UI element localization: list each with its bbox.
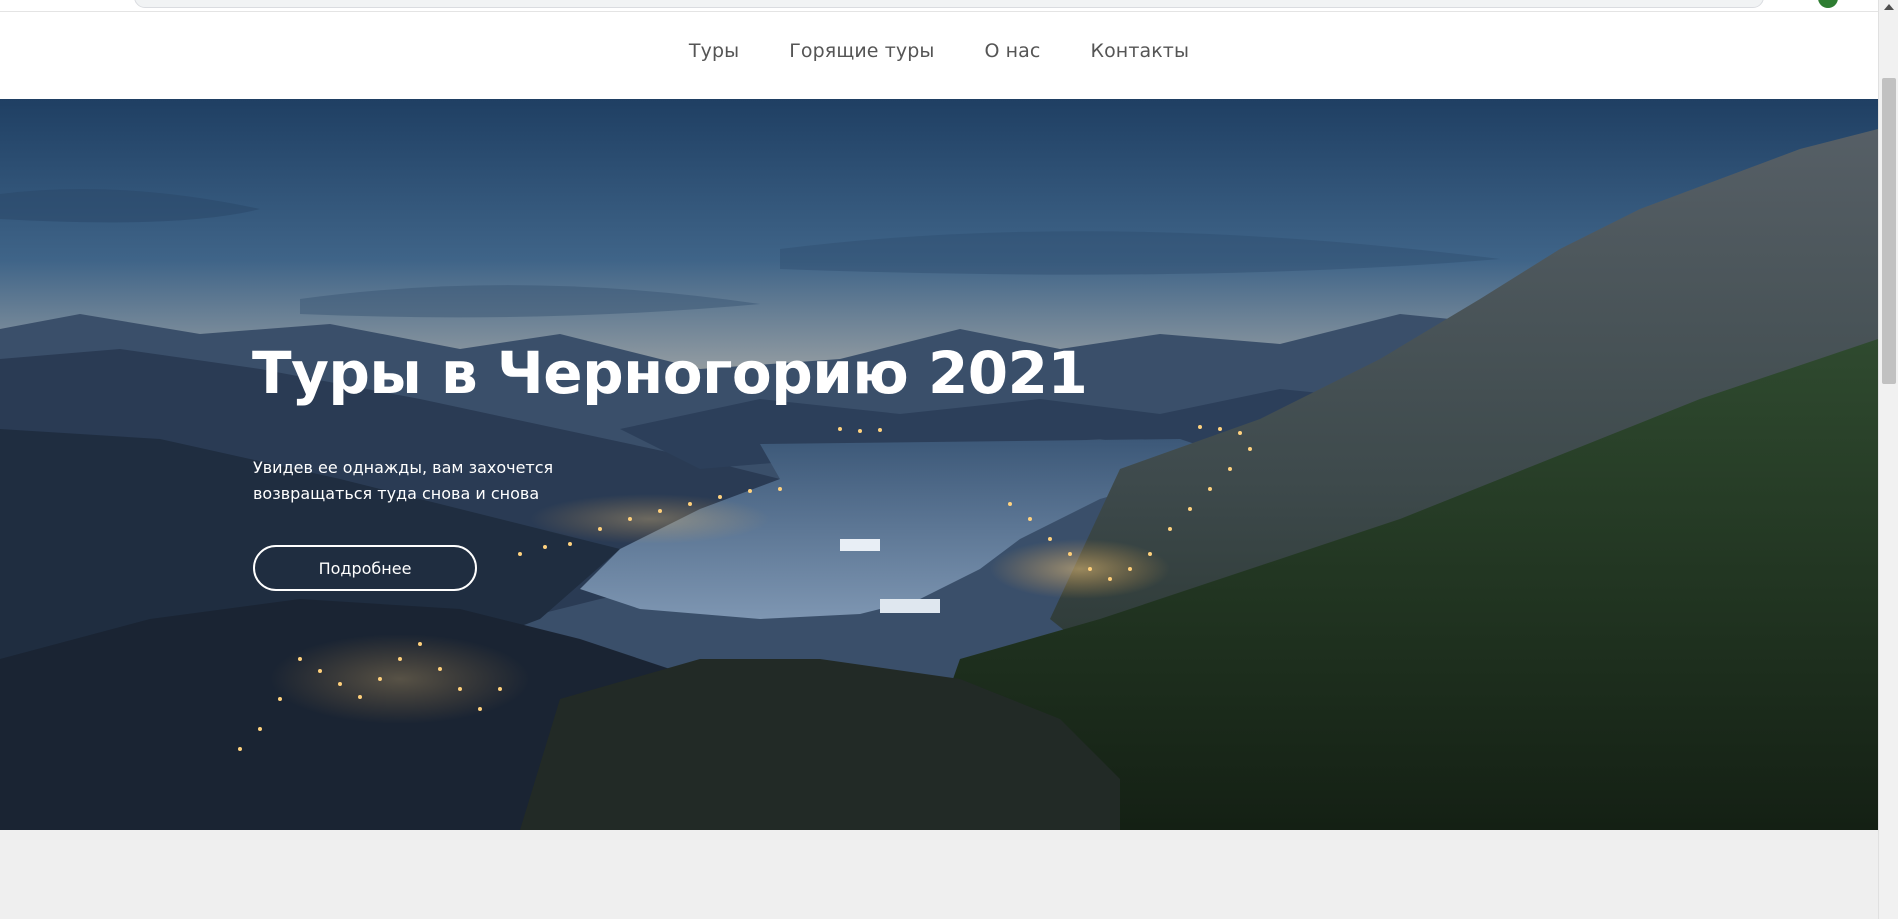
hero-title: Туры в Черногорию 2021 [252, 339, 1088, 407]
nav-item-hot-tours[interactable]: Горящие туры [789, 40, 934, 62]
hero-section: Туры в Черногорию 2021 Увидев ее однажды… [0, 99, 1878, 830]
hero-subtitle: Увидев ее однажды, вам захочется возвращ… [253, 458, 554, 503]
page-body-area [0, 830, 1878, 919]
more-details-button[interactable]: Подробнее [253, 545, 477, 591]
browser-toolbar [0, 0, 1878, 12]
nav-item-tours[interactable]: Туры [689, 40, 739, 62]
nav-item-about[interactable]: О нас [984, 40, 1040, 62]
scrollbar-thumb[interactable] [1882, 78, 1896, 384]
page-scrollbar[interactable] [1878, 0, 1898, 919]
main-nav: Туры Горящие туры О нас Контакты [0, 40, 1878, 62]
profile-avatar[interactable] [1818, 0, 1838, 8]
site-header: Туры Горящие туры О нас Контакты [0, 12, 1878, 99]
nav-item-contacts[interactable]: Контакты [1090, 40, 1189, 62]
address-bar[interactable] [134, 0, 1764, 8]
scroll-up-arrow-icon[interactable] [1884, 4, 1894, 10]
